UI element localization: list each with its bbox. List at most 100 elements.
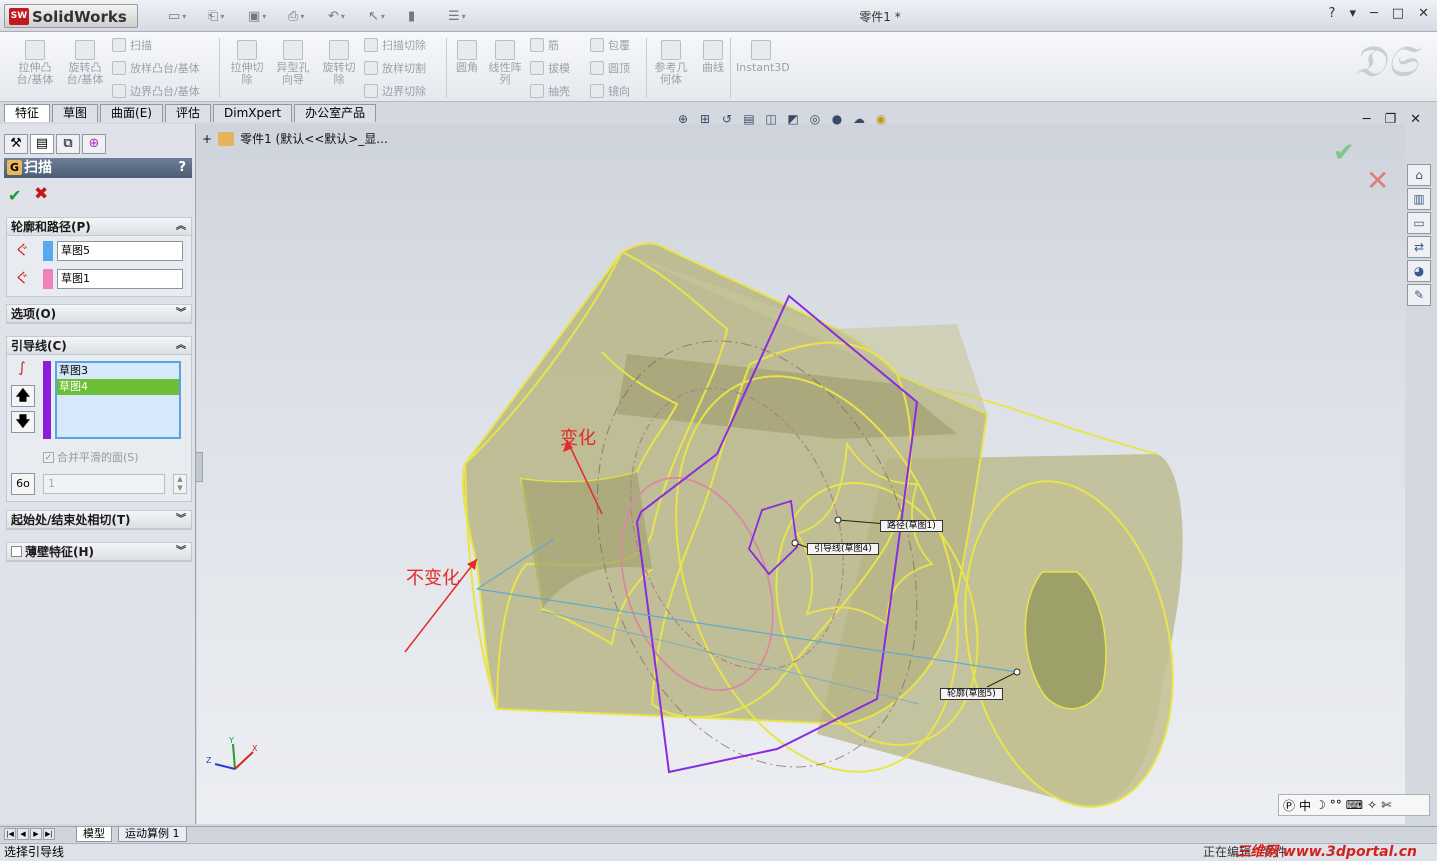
view-palette-icon[interactable]: ⇄	[1407, 236, 1431, 258]
close-button[interactable]: ✕	[1418, 6, 1429, 21]
cancel-button[interactable]: ✖	[34, 184, 48, 204]
solidworks-menu-button[interactable]: SW SolidWorks	[4, 4, 138, 28]
open-button[interactable]: ⎗ ▾	[208, 6, 242, 26]
thin-feature-checkbox[interactable]	[11, 546, 22, 557]
moon-icon[interactable]: ☽	[1315, 798, 1326, 812]
boundary-boss-button[interactable]: 边界凸台/基体	[112, 83, 200, 99]
expand-icon[interactable]: +	[202, 132, 212, 146]
guide-item-sketch4[interactable]: 草图4	[57, 379, 179, 395]
zoom-to-area-icon[interactable]: ⊞	[696, 110, 714, 128]
collapse-icon[interactable]: ︽	[176, 218, 186, 236]
section-view-icon[interactable]: ▤	[740, 110, 758, 128]
dome-button[interactable]: 圆顶	[590, 60, 630, 76]
options-button[interactable]: ☰ ▾	[448, 6, 482, 26]
dimxpert-manager-tab-icon[interactable]: ⊕	[82, 134, 106, 154]
spin-stepper[interactable]: ▲ ▼	[173, 474, 187, 494]
tab-features[interactable]: 特征	[4, 104, 51, 122]
viewport-restore-icon[interactable]: ❐	[1384, 112, 1396, 127]
undo-button[interactable]: ↶ ▾	[328, 6, 362, 26]
tangency-header[interactable]: 起始处/结束处相切(T) ︾	[7, 511, 191, 529]
expand-icon[interactable]: ︾	[176, 543, 186, 561]
appearances-icon[interactable]: ◕	[1407, 260, 1431, 282]
callout-path[interactable]: 路径(草图1)	[880, 520, 943, 532]
select-button[interactable]: ↖ ▾	[368, 6, 402, 26]
tab-evaluate[interactable]: 评估	[164, 104, 211, 122]
show-sections-icon[interactable]: 6o	[11, 473, 35, 495]
tab-office-products[interactable]: 办公室产品	[294, 104, 377, 122]
callout-guide[interactable]: 引导线(草图4)	[807, 543, 879, 555]
view-settings-icon[interactable]: ◉	[872, 110, 890, 128]
new-document-button[interactable]: ▭ ▾	[168, 6, 202, 26]
view-orientation-icon[interactable]: ◫	[762, 110, 780, 128]
profile-field[interactable]: 草图5	[57, 241, 183, 261]
design-library-icon[interactable]: ▥	[1407, 188, 1431, 210]
pm-help-button[interactable]: ?	[178, 158, 186, 178]
edit-appearance-icon[interactable]: ●	[828, 110, 846, 128]
maximize-button[interactable]: □	[1392, 6, 1404, 21]
revolved-cut-button[interactable]: 旋转切 除	[316, 40, 362, 86]
help-circle-icon[interactable]: ✧	[1367, 798, 1377, 812]
configuration-manager-tab-icon[interactable]: ⧉	[56, 134, 80, 154]
model-viewport[interactable]	[197, 124, 1405, 824]
guide-item-sketch3[interactable]: 草图3	[57, 363, 179, 379]
p-icon[interactable]: Ⓟ	[1283, 797, 1295, 814]
expand-icon[interactable]: ︾	[176, 305, 186, 323]
hide-show-items-icon[interactable]: ◎	[806, 110, 824, 128]
solidworks-resources-icon[interactable]: ⌂	[1407, 164, 1431, 186]
lofted-boss-button[interactable]: 放样凸台/基体	[112, 60, 200, 76]
callout-profile[interactable]: 轮廓(草图5)	[940, 688, 1003, 700]
move-up-button[interactable]: 🡅	[11, 385, 35, 407]
viewport-close-icon[interactable]: ✕	[1410, 112, 1421, 127]
section-count-input[interactable]: 1	[43, 474, 165, 494]
apply-scene-icon[interactable]: ☁	[850, 110, 868, 128]
keyboard-icon[interactable]: ⌨	[1346, 798, 1363, 812]
save-button[interactable]: ▣ ▾	[248, 6, 282, 26]
mirror-button[interactable]: 镜向	[590, 83, 630, 99]
panel-splitter[interactable]	[195, 452, 203, 482]
previous-view-icon[interactable]: ↺	[718, 110, 736, 128]
last-tab-icon[interactable]: ▶|	[43, 828, 55, 840]
input-method-icon[interactable]: 中	[1299, 797, 1311, 814]
reference-geometry-button[interactable]: 参考几 何体	[648, 40, 694, 86]
property-manager-tab-icon[interactable]: ▤	[30, 134, 54, 154]
lofted-cut-button[interactable]: 放样切割	[364, 60, 426, 76]
zoom-to-fit-icon[interactable]: ⊕	[674, 110, 692, 128]
minimize-button[interactable]: ─	[1370, 6, 1378, 21]
draft-button[interactable]: 拔模	[530, 60, 570, 76]
display-style-icon[interactable]: ◩	[784, 110, 802, 128]
revolved-boss-button[interactable]: 旋转凸 台/基体	[62, 40, 108, 86]
punctuation-icon[interactable]: °°	[1330, 798, 1342, 812]
next-tab-icon[interactable]: ▶	[30, 828, 42, 840]
rebuild-button[interactable]: ▮	[408, 6, 442, 26]
profile-path-header[interactable]: 轮廓和路径(P) ︽	[7, 218, 191, 236]
options-header[interactable]: 选项(O) ︾	[7, 305, 191, 323]
print-button[interactable]: ⎙ ▾	[288, 6, 322, 26]
extruded-boss-button[interactable]: 拉伸凸 台/基体	[12, 40, 58, 86]
help-button[interactable]: ?	[1329, 6, 1336, 21]
rib-button[interactable]: 筋	[530, 37, 559, 53]
instant3d-button[interactable]: Instant3D	[736, 40, 790, 74]
move-down-button[interactable]: 🡇	[11, 411, 35, 433]
ok-button[interactable]: ✔	[8, 186, 21, 205]
collapse-icon[interactable]: ︽	[176, 337, 186, 355]
confirmation-cancel-button[interactable]: ✕	[1366, 164, 1389, 197]
extruded-cut-button[interactable]: 拉伸切 除	[224, 40, 270, 86]
tool-icon[interactable]: ✄	[1381, 798, 1391, 812]
tab-dimxpert[interactable]: DimXpert	[213, 104, 293, 122]
thin-feature-header[interactable]: 薄壁特征(H) ︾	[7, 543, 191, 561]
linear-pattern-button[interactable]: 线性阵 列	[482, 40, 528, 86]
confirmation-ok-button[interactable]: ✔	[1333, 138, 1355, 168]
tab-sketch[interactable]: 草图	[52, 104, 99, 122]
file-explorer-icon[interactable]: ▭	[1407, 212, 1431, 234]
tab-model[interactable]: 模型	[76, 827, 112, 842]
feature-manager-tab-icon[interactable]: ⚒	[4, 134, 28, 154]
guide-curves-list[interactable]: 草图3 草图4	[55, 361, 181, 439]
first-tab-icon[interactable]: |◀	[4, 828, 16, 840]
prev-tab-icon[interactable]: ◀	[17, 828, 29, 840]
shell-button[interactable]: 抽壳	[530, 83, 570, 99]
help-menu-dropdown[interactable]: ▾	[1349, 6, 1356, 21]
guide-curves-header[interactable]: 引导线(C) ︽	[7, 337, 191, 355]
custom-properties-icon[interactable]: ✎	[1407, 284, 1431, 306]
sweep-button[interactable]: 扫描	[112, 37, 152, 53]
tab-motion-study[interactable]: 运动算例 1	[118, 827, 187, 842]
